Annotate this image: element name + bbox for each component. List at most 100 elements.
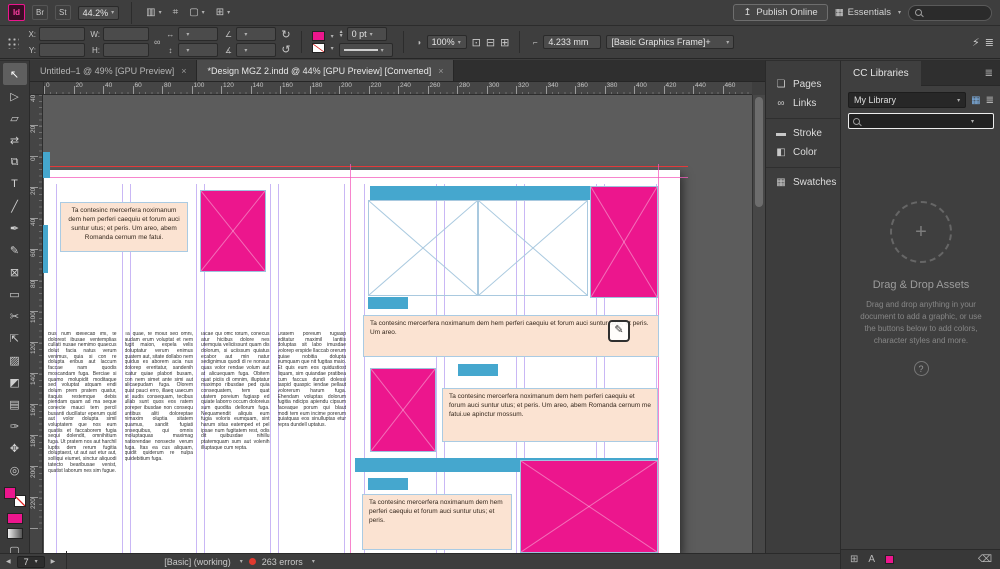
character-style-icon[interactable]: A <box>868 554 875 565</box>
color-block[interactable] <box>43 225 48 273</box>
kicker-block[interactable] <box>368 297 408 309</box>
fill-swatch[interactable] <box>312 31 325 41</box>
object-style-select[interactable]: [Basic Graphics Frame]+ ▾ <box>606 35 734 49</box>
screen-mode-button[interactable]: ▢ ▾ <box>187 7 206 18</box>
trash-icon[interactable]: ⌫ <box>978 554 992 565</box>
page-number-field[interactable]: 7 ▾ <box>17 556 45 568</box>
opacity-field[interactable]: 100%▾ <box>427 35 467 49</box>
stroke-weight-stepper[interactable] <box>339 30 344 38</box>
lightning-icon[interactable]: ⚡ <box>972 36 980 49</box>
color-block[interactable] <box>43 152 50 178</box>
scissors-tool[interactable]: ✂ <box>3 305 27 327</box>
next-page-button[interactable]: ▶ <box>51 558 56 565</box>
kicker-block[interactable] <box>458 364 498 376</box>
preflight-error-count[interactable]: 263 errors <box>262 557 303 567</box>
line-tool[interactable]: ╱ <box>3 195 27 217</box>
x-field[interactable] <box>39 27 85 41</box>
panel-menu-icon[interactable]: ≣ <box>985 68 993 79</box>
kicker-block[interactable] <box>368 478 408 490</box>
previous-page-button[interactable]: ◀ <box>6 558 11 565</box>
panel-button-links[interactable]: ∞ Links <box>766 94 840 113</box>
color-swatch-icon[interactable] <box>885 555 894 564</box>
library-search-input[interactable] <box>864 115 964 127</box>
horizontal-ruler[interactable]: 0204060801001201401601802002202402602803… <box>30 82 752 95</box>
page-tool[interactable]: ▱ <box>3 107 27 129</box>
stroke-type-select[interactable]: ▾ <box>339 43 393 57</box>
library-select[interactable]: My Library ▾ <box>848 92 966 108</box>
add-graphic-icon[interactable]: ⊞ <box>850 554 858 565</box>
cc-libraries-tab[interactable]: CC Libraries <box>841 61 921 86</box>
direct-selection-tool[interactable]: ▷ <box>3 85 27 107</box>
image-frame[interactable] <box>520 460 658 553</box>
width-field[interactable] <box>103 27 149 41</box>
eyedropper-tool[interactable]: ✑ <box>3 415 27 437</box>
corner-radius-field[interactable]: 4.233 mm <box>543 35 601 49</box>
document-tab[interactable]: Untitled–1 @ 49% [GPU Preview] × <box>30 60 197 81</box>
panel-button-swatches[interactable]: ▦ Swatches <box>766 173 840 192</box>
preflight-profile[interactable]: [Basic] (working) <box>164 557 231 567</box>
bridge-icon[interactable]: Br <box>32 5 48 20</box>
pen-tool[interactable]: ✒ <box>3 217 27 239</box>
pencil-tool[interactable]: ✎ <box>3 239 27 261</box>
body-text-column[interactable]: Bus num idellecab imi, te dolorest ibusa… <box>48 332 117 551</box>
empty-graphic-frame[interactable] <box>478 200 588 296</box>
workspace-switcher[interactable]: ▦ Essentials ▾ <box>835 7 901 18</box>
document-tab-active[interactable]: *Design MGZ 2.indd @ 44% [GPU Preview] [… <box>197 60 454 81</box>
stroke-swatch[interactable] <box>312 43 325 53</box>
apply-color-button[interactable] <box>7 513 23 524</box>
image-frame[interactable] <box>370 368 436 452</box>
height-field[interactable] <box>103 43 149 57</box>
shear-field[interactable]: ▾ <box>236 43 276 57</box>
image-frame[interactable] <box>200 190 266 272</box>
rotate-cw-button[interactable]: ↻ <box>281 28 290 41</box>
panel-button-pages[interactable]: ❏ Pages <box>766 75 840 94</box>
grid-guides-button[interactable]: ⌗ <box>171 7 181 18</box>
text-frame[interactable]: Ta contesinc mercerfera noximanum dem he… <box>362 494 512 550</box>
reference-point-proxy[interactable] <box>6 36 19 49</box>
library-search[interactable]: ▾ <box>848 113 994 129</box>
text-frame[interactable]: Ta contesinc mercerfera noximanum dem he… <box>363 315 659 357</box>
view-options-button[interactable]: ▥ ▾ <box>144 7 163 18</box>
fill-stroke-widget[interactable] <box>4 487 26 507</box>
rectangle-tool[interactable]: ▭ <box>3 283 27 305</box>
normal-screen-mode-button[interactable]: ▢ <box>3 539 27 553</box>
fit-content-button[interactable]: ⊡ <box>472 36 481 49</box>
zoom-tool[interactable]: ◎ <box>3 459 27 481</box>
content-collector-tool[interactable]: ⧉ <box>3 151 27 173</box>
selection-tool[interactable]: ↖ <box>3 63 27 85</box>
empty-graphic-frame[interactable] <box>368 200 478 296</box>
free-transform-tool[interactable]: ⇱ <box>3 327 27 349</box>
hand-tool[interactable]: ✥ <box>3 437 27 459</box>
drop-target-circle[interactable]: + <box>890 201 952 263</box>
panel-button-stroke[interactable]: ▬ Stroke <box>766 124 840 143</box>
help-icon[interactable]: ? <box>914 361 929 376</box>
body-text-column[interactable]: Ta quae, te molut sed omni, audam erum v… <box>125 332 194 551</box>
arrange-documents-button[interactable]: ⊞ ▾ <box>214 7 232 18</box>
document-canvas[interactable]: Ta contesinc mercerfera noximanum dem he… <box>43 95 752 553</box>
constrain-proportions-icon[interactable]: ∞ <box>154 37 160 47</box>
gradient-swatch-tool[interactable]: ▨ <box>3 349 27 371</box>
vertical-scrollbar[interactable] <box>752 95 765 553</box>
scrollbar-thumb[interactable] <box>755 97 763 207</box>
text-frame[interactable]: Ta contesinc mercerfera noximanum dem he… <box>442 388 658 442</box>
body-text-column[interactable]: Iacae qui offic totum, conecus atur hici… <box>201 332 270 551</box>
panel-button-color[interactable]: ◧ Color <box>766 143 840 162</box>
rotation-field[interactable]: ▾ <box>236 27 276 41</box>
close-icon[interactable]: × <box>181 66 186 76</box>
image-frame[interactable] <box>590 186 658 298</box>
app-search-input[interactable] <box>926 7 986 19</box>
type-tool[interactable]: T <box>3 173 27 195</box>
stroke-weight-field[interactable]: 0 pt▾ <box>347 27 387 41</box>
gradient-feather-tool[interactable]: ◩ <box>3 371 27 393</box>
publish-online-button[interactable]: ↥ Publish Online <box>733 4 827 21</box>
auto-fit-button[interactable]: ⊞ <box>500 36 509 49</box>
vertical-ruler[interactable]: 4020020406080100120140160180200220 <box>30 95 43 553</box>
fit-frame-button[interactable]: ⊟ <box>486 36 495 49</box>
apply-gradient-button[interactable] <box>7 528 23 539</box>
y-field[interactable] <box>39 43 85 57</box>
list-view-icon[interactable]: ≣ <box>986 95 994 106</box>
rotate-ccw-button[interactable]: ↺ <box>281 43 290 56</box>
close-icon[interactable]: × <box>438 66 443 76</box>
text-frame[interactable]: Ta contesinc mercerfera noximanum dem he… <box>60 202 188 252</box>
stock-icon[interactable]: St <box>55 5 71 20</box>
